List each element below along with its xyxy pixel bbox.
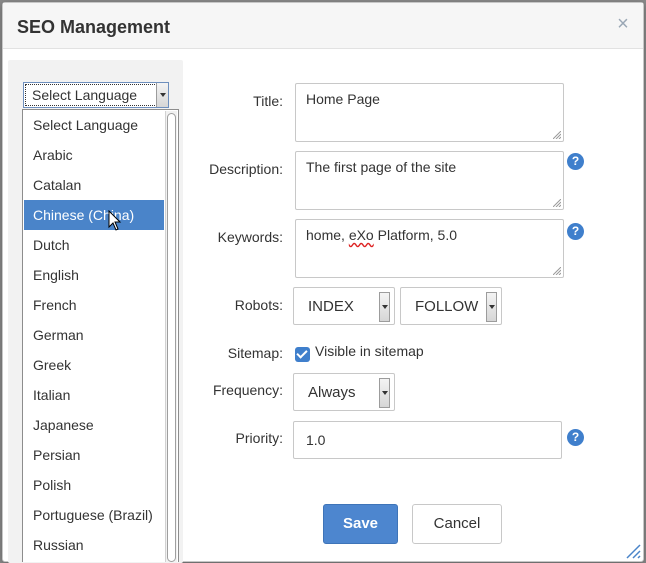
dialog-title: SEO Management — [17, 17, 171, 37]
description-field[interactable]: The first page of the site — [295, 151, 564, 210]
title-label: Title: — [253, 93, 283, 109]
language-option[interactable]: English — [24, 260, 164, 290]
keywords-value-suffix: Platform, 5.0 — [373, 227, 457, 243]
resize-grip-icon[interactable] — [553, 267, 561, 275]
robots-label: Robots: — [234, 297, 283, 313]
language-option[interactable]: Polish — [24, 470, 164, 500]
language-option[interactable]: Persian — [24, 440, 164, 470]
dropdown-arrow-icon[interactable] — [379, 378, 390, 408]
description-label: Description: — [209, 161, 283, 177]
description-help-icon[interactable]: ? — [567, 153, 584, 170]
dropdown-arrow-icon[interactable] — [486, 292, 497, 322]
sitemap-checkbox[interactable] — [295, 347, 310, 362]
dropdown-scrollbar-thumb[interactable] — [167, 113, 176, 562]
priority-help-icon[interactable]: ? — [567, 429, 584, 446]
language-option[interactable]: German — [24, 320, 164, 350]
sitemap-checkbox-label: Visible in sitemap — [315, 343, 424, 359]
resize-grip-icon[interactable] — [553, 131, 561, 139]
robots-follow-value: FOLLOW — [415, 298, 479, 315]
title-field[interactable]: Home Page — [295, 83, 564, 142]
robots-index-value: INDEX — [308, 298, 354, 315]
frequency-label: Frequency: — [212, 382, 283, 398]
language-option[interactable]: Dutch — [24, 230, 164, 260]
close-icon[interactable]: × — [615, 14, 631, 34]
description-field-value: The first page of the site — [306, 159, 457, 175]
language-option[interactable]: Italian — [24, 380, 164, 410]
save-button[interactable]: Save — [323, 504, 398, 544]
mouse-cursor-icon — [108, 210, 122, 231]
priority-field[interactable]: 1.0 — [293, 421, 562, 459]
sitemap-label: Sitemap: — [227, 345, 283, 361]
keywords-help-icon[interactable]: ? — [567, 223, 584, 240]
priority-field-value: 1.0 — [306, 432, 326, 448]
language-option[interactable]: French — [24, 290, 164, 320]
dialog-header: SEO Management × — [3, 3, 643, 49]
language-dropdown-list: Select Language Arabic Catalan Chinese (… — [22, 109, 179, 562]
dropdown-arrow-icon[interactable] — [379, 292, 390, 322]
resize-grip-icon[interactable] — [623, 541, 641, 559]
title-field-value: Home Page — [306, 91, 380, 107]
resize-grip-icon[interactable] — [553, 199, 561, 207]
language-option[interactable]: Russian — [24, 530, 164, 560]
keywords-value-prefix: home, — [306, 227, 349, 243]
robots-follow-select[interactable]: FOLLOW — [400, 287, 502, 325]
keywords-field[interactable]: home, eXo Platform, 5.0 — [295, 219, 564, 278]
language-select[interactable]: Select Language — [23, 82, 169, 108]
language-option[interactable]: Arabic — [24, 140, 164, 170]
dropdown-scrollbar[interactable] — [165, 111, 177, 562]
cancel-button[interactable]: Cancel — [412, 504, 502, 544]
language-option-highlighted[interactable]: Chinese (China) — [24, 200, 164, 230]
frequency-select[interactable]: Always — [293, 373, 395, 411]
language-option[interactable]: Portuguese (Brazil) — [24, 500, 164, 530]
language-option[interactable]: Catalan — [24, 170, 164, 200]
keywords-value-misspelled: eXo — [348, 227, 374, 243]
language-option[interactable]: Greek — [24, 350, 164, 380]
priority-label: Priority: — [235, 430, 283, 446]
language-option[interactable]: Select Language — [24, 110, 164, 140]
language-option[interactable]: Japanese — [24, 410, 164, 440]
keywords-label: Keywords: — [217, 229, 283, 245]
language-select-value: Select Language — [32, 87, 138, 103]
robots-index-select[interactable]: INDEX — [293, 287, 395, 325]
frequency-value: Always — [308, 384, 356, 401]
